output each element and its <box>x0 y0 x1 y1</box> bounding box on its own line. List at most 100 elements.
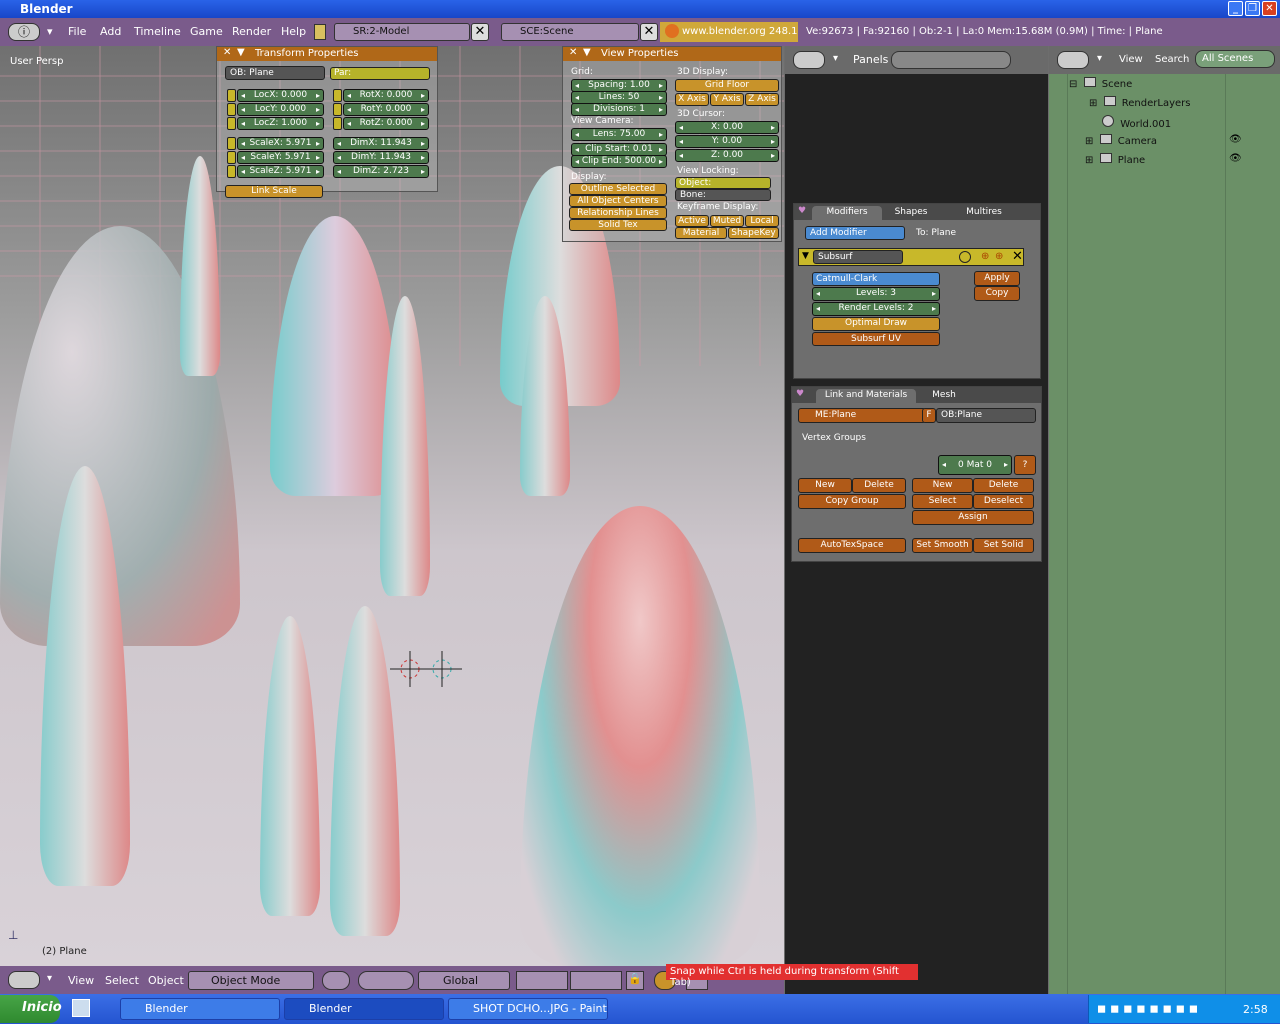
autotexspace-button[interactable]: AutoTexSpace <box>798 538 906 553</box>
taskbar-item-blender-active[interactable]: Blender <box>284 998 444 1020</box>
pivot-menu[interactable] <box>358 971 414 990</box>
fake-user-button[interactable]: F <box>922 408 936 423</box>
clip-end-field[interactable]: Clip End: 500.00 <box>571 155 667 168</box>
screen-field[interactable]: SR:2-Model <box>334 23 470 41</box>
menu-game[interactable]: Game <box>190 25 223 38</box>
material-select-button[interactable]: Select <box>912 494 973 509</box>
tab-shapes[interactable]: Shapes <box>884 206 938 220</box>
subsurf-uv-button[interactable]: Subsurf UV <box>812 332 940 346</box>
locy-field[interactable]: LocY: 0.000 <box>237 103 324 116</box>
menu-view[interactable]: View <box>68 974 94 987</box>
lock-icon[interactable] <box>227 137 236 150</box>
kf-shapekey-button[interactable]: ShapeKey <box>728 227 779 239</box>
outliner-item-world[interactable]: World.001 <box>1102 115 1171 130</box>
dimz-field[interactable]: DimZ: 2.723 <box>333 165 429 178</box>
grid-floor-button[interactable]: Grid Floor <box>675 79 779 92</box>
all-object-centers-button[interactable]: All Object Centers <box>569 195 667 207</box>
move-down-icon[interactable]: ⊕ <box>995 251 1003 262</box>
menu-file[interactable]: File <box>68 25 86 38</box>
outline-selected-button[interactable]: Outline Selected <box>569 183 667 195</box>
relationship-lines-button[interactable]: Relationship Lines <box>569 207 667 219</box>
parent-field[interactable]: Par: <box>330 67 430 80</box>
set-solid-button[interactable]: Set Solid <box>973 538 1034 553</box>
locx-field[interactable]: LocX: 0.000 <box>237 89 324 102</box>
material-index-field[interactable]: 0 Mat 0 <box>938 455 1012 475</box>
roty-field[interactable]: RotY: 0.000 <box>343 103 429 116</box>
outliner-item-renderlayers[interactable]: ⊞ RenderLayers <box>1089 96 1190 109</box>
tab-modifiers[interactable]: Modifiers <box>812 206 882 220</box>
object-lock-field[interactable]: Object: <box>675 177 771 189</box>
outliner-search-menu[interactable]: Search <box>1155 54 1189 65</box>
menu-render[interactable]: Render <box>232 25 271 38</box>
outliner-item-camera[interactable]: ⊞ Camera <box>1085 134 1157 147</box>
expand-icon[interactable]: ⊞ <box>1085 155 1093 166</box>
outliner-item-scene[interactable]: ⊟ Scene <box>1069 77 1132 90</box>
render-levels-field[interactable]: Render Levels: 2 <box>812 302 940 316</box>
layers-row-2[interactable] <box>570 971 622 990</box>
locz-field[interactable]: LocZ: 1.000 <box>237 117 324 130</box>
divisions-field[interactable]: Divisions: 1 <box>571 103 667 116</box>
lock-icon[interactable]: 🔒 <box>626 971 644 990</box>
collapse-icon[interactable]: ▼ <box>583 47 591 58</box>
y-axis-button[interactable]: Y Axis <box>710 93 744 106</box>
chevron-down-icon[interactable]: ▾ <box>47 25 53 38</box>
scene-close-button[interactable]: ✕ <box>640 23 658 41</box>
solid-tex-button[interactable]: Solid Tex <box>569 219 667 231</box>
material-deselect-button[interactable]: Deselect <box>973 494 1034 509</box>
outliner-item-plane[interactable]: ⊞ Plane <box>1085 153 1145 166</box>
apply-button[interactable]: Apply <box>974 271 1020 286</box>
bone-lock-field[interactable]: Bone: <box>675 189 771 201</box>
context-buttons[interactable] <box>891 51 1011 69</box>
cursor-x-field[interactable]: X: 0.00 <box>675 121 779 134</box>
window-type-icon[interactable] <box>793 51 825 69</box>
view-panel-title[interactable]: ✕ ▼ View Properties <box>563 47 781 61</box>
close-icon[interactable]: ✕ <box>223 47 231 58</box>
3d-cursor-icon[interactable] <box>390 651 470 691</box>
scene-field[interactable]: SCE:Scene <box>501 23 639 41</box>
x-axis-button[interactable]: X Axis <box>675 93 709 106</box>
dimy-field[interactable]: DimY: 11.943 <box>333 151 429 164</box>
collapse-icon[interactable]: ▼ <box>237 47 245 58</box>
object-name-field[interactable]: OB:Plane <box>936 408 1036 423</box>
orientation-menu[interactable]: Global <box>418 971 510 990</box>
subdivision-type-menu[interactable]: Catmull-Clark <box>812 272 940 286</box>
tab-link-materials[interactable]: Link and Materials <box>816 389 916 403</box>
tray-icons[interactable]: ◼◼◼◼◼◼◼◼ <box>1097 1002 1202 1015</box>
scaley-field[interactable]: ScaleY: 5.971 <box>237 151 324 164</box>
taskbar-item-paint[interactable]: SHOT DCHO...JPG - Paint <box>448 998 608 1020</box>
screen-close-button[interactable]: ✕ <box>471 23 489 41</box>
chevron-down-icon[interactable]: ▾ <box>833 53 838 64</box>
optimal-draw-button[interactable]: Optimal Draw <box>812 317 940 331</box>
link-scale-button[interactable]: Link Scale <box>225 185 323 198</box>
chevron-down-icon[interactable]: ▾ <box>47 973 52 984</box>
set-smooth-button[interactable]: Set Smooth <box>912 538 973 553</box>
mesh-name-field[interactable]: ME:Plane <box>798 408 926 423</box>
lock-icon[interactable] <box>333 117 342 130</box>
menu-timeline[interactable]: Timeline <box>134 25 181 38</box>
cursor-y-field[interactable]: Y: 0.00 <box>675 135 779 148</box>
layers-row-1[interactable] <box>516 971 568 990</box>
cursor-z-field[interactable]: Z: 0.00 <box>675 149 779 162</box>
chevron-down-icon[interactable]: ▾ <box>1097 53 1102 64</box>
eye-icon[interactable]: 👁 <box>1229 153 1242 164</box>
expand-icon[interactable]: ⊞ <box>1089 98 1097 109</box>
move-up-icon[interactable]: ⊕ <box>981 251 989 262</box>
lock-icon[interactable] <box>227 165 236 178</box>
kf-material-button[interactable]: Material <box>675 227 727 239</box>
lock-icon[interactable] <box>227 151 236 164</box>
menu-object[interactable]: Object <box>148 974 184 987</box>
outliner-view-menu[interactable]: View <box>1119 54 1143 65</box>
lock-icon[interactable] <box>227 117 236 130</box>
quicklaunch-icon[interactable] <box>72 999 90 1017</box>
copy-group-button[interactable]: Copy Group <box>798 494 906 509</box>
lock-icon[interactable] <box>333 103 342 116</box>
transform-panel-title[interactable]: ✕ ▼ Transform Properties <box>217 47 437 61</box>
panels-menu[interactable]: Panels <box>853 53 888 66</box>
vgroup-new-button[interactable]: New <box>798 478 852 493</box>
expand-icon[interactable]: ⊞ <box>1085 136 1093 147</box>
minimize-button[interactable]: _ <box>1228 1 1243 16</box>
remove-modifier-icon[interactable]: ✕ <box>1012 249 1023 264</box>
maximize-button[interactable]: ❐ <box>1245 1 1260 16</box>
screen-icon[interactable] <box>314 24 326 40</box>
close-icon[interactable]: ✕ <box>569 47 577 58</box>
